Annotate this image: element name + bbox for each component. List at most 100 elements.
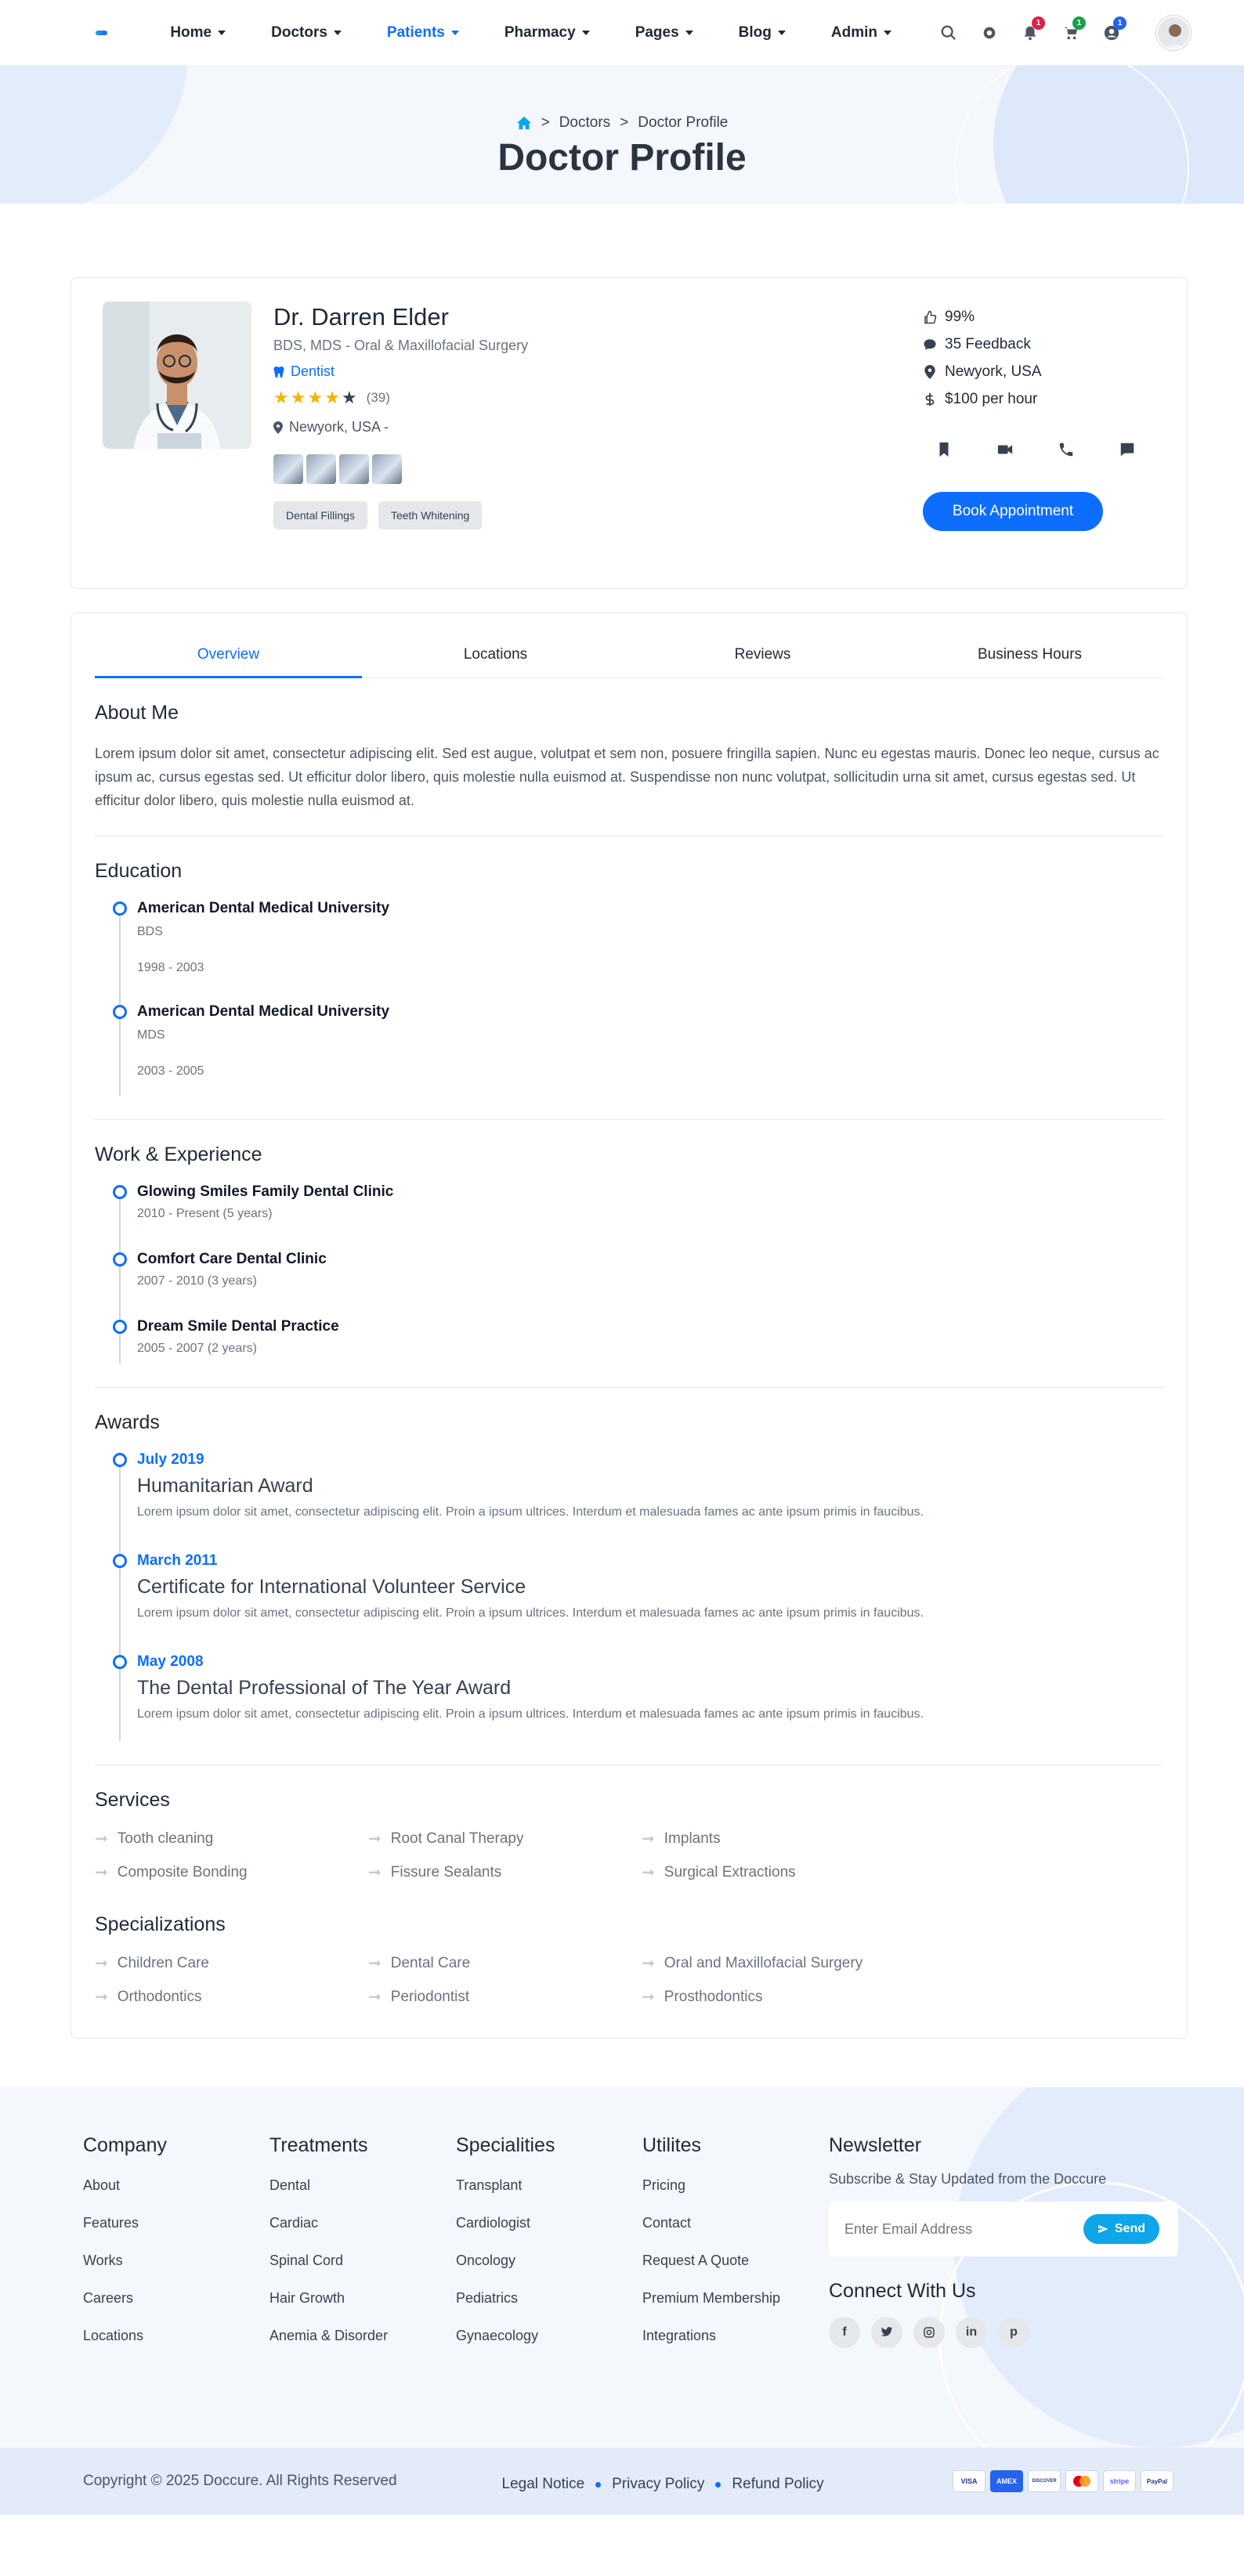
work-period: 2005 - 2007 (2 years) (137, 1342, 257, 1355)
tab-locations[interactable]: Locations (362, 635, 629, 677)
footer-link[interactable]: Works (83, 2253, 269, 2269)
list-item: ➞ Prosthodontics (642, 1987, 915, 2007)
list-item: ➞ Oral and Maxillofacial Surgery (642, 1953, 915, 1973)
footer-link[interactable]: Features (83, 2215, 269, 2231)
instagram-icon[interactable] (913, 2317, 945, 2348)
paypal-icon: PayPal (1141, 2470, 1173, 2492)
timeline-dot (113, 1655, 127, 1669)
nav-pharmacy[interactable]: Pharmacy (504, 24, 590, 42)
list-item: ➞ Composite Bonding (95, 1862, 368, 1882)
nav-label: Doctors (271, 23, 327, 41)
timeline-item: March 2011 Certificate for International… (113, 1552, 1163, 1653)
chat-icon[interactable] (1119, 441, 1136, 462)
nav-home[interactable]: Home (170, 24, 226, 42)
footer-link[interactable]: Locations (83, 2328, 269, 2344)
footer-link[interactable]: Cardiologist (456, 2215, 642, 2231)
search-icon[interactable] (937, 21, 960, 45)
send-button[interactable]: Send (1083, 2214, 1159, 2244)
legal-notice-link[interactable]: Legal Notice (502, 2476, 585, 2493)
send-label: Send (1114, 2222, 1145, 2235)
list-item: ➞ Root Canal Therapy (368, 1829, 642, 1848)
gallery-thumbnail[interactable] (273, 454, 303, 484)
refund-policy-link[interactable]: Refund Policy (732, 2476, 823, 2493)
footer-link[interactable]: Careers (83, 2290, 269, 2307)
specialization-label: Oral and Maxillofacial Surgery (664, 1954, 863, 1971)
chevron-down-icon (777, 30, 786, 35)
stat-location: Newyork, USA (923, 358, 1136, 385)
footer-link[interactable]: Cardiac (269, 2215, 456, 2231)
footer-link[interactable]: Hair Growth (269, 2290, 456, 2307)
footer-link[interactable]: Transplant (456, 2177, 642, 2194)
gallery-thumbnail[interactable] (339, 454, 369, 484)
nav-pages[interactable]: Pages (635, 24, 693, 42)
footer-link[interactable]: Pricing (642, 2177, 829, 2194)
avatar[interactable] (1156, 15, 1191, 50)
breadcrumb-doctors[interactable]: Doctors (559, 114, 610, 132)
book-appointment-button[interactable]: Book Appointment (923, 492, 1103, 531)
footer-link[interactable]: Contact (642, 2215, 829, 2231)
awards-section: Awards July 2019 Humanitarian Award Lore… (95, 1388, 1163, 1765)
footer-link[interactable]: Oncology (456, 2253, 642, 2269)
nav-admin[interactable]: Admin (831, 24, 891, 42)
tab-reviews[interactable]: Reviews (629, 635, 896, 677)
footer-bottom: Copyright © 2025 Doccure. All Rights Res… (0, 2448, 1244, 2515)
footer-link[interactable]: Spinal Cord (269, 2253, 456, 2269)
footer-link[interactable]: Dental (269, 2177, 456, 2194)
list-item: ➞ Dental Care (368, 1953, 642, 1973)
arrow-right-icon: ➞ (368, 1989, 382, 2006)
footer-column-utilities: Utilites Pricing Contact Request A Quote… (642, 2134, 829, 2365)
doctor-speciality[interactable]: Dentist (273, 363, 528, 380)
separator-dot (595, 2481, 602, 2487)
user-circle-icon[interactable]: 1 (1100, 16, 1126, 45)
facebook-icon[interactable]: f (829, 2317, 860, 2348)
degree: BDS (137, 925, 163, 938)
nav-label: Pharmacy (504, 23, 576, 41)
settings-icon[interactable] (978, 21, 1001, 45)
linkedin-icon[interactable]: in (956, 2317, 987, 2348)
location-value: Newyork, USA (945, 363, 1042, 380)
home-icon[interactable] (516, 116, 532, 130)
work-period: 2007 - 2010 (3 years) (137, 1274, 257, 1288)
footer-link[interactable]: Gynaecology (456, 2328, 642, 2344)
footer-link[interactable]: Anemia & Disorder (269, 2328, 456, 2344)
awards-timeline: July 2019 Humanitarian Award Lorem ipsum… (95, 1451, 1163, 1741)
email-field[interactable] (844, 2220, 1083, 2238)
section-title: Specializations (95, 1913, 226, 1935)
rating: ★ ★ ★ ★ ★ (39) (273, 389, 528, 406)
nav-blog[interactable]: Blog (739, 24, 786, 42)
privacy-policy-link[interactable]: Privacy Policy (612, 2476, 704, 2493)
gallery-thumbnail[interactable] (306, 454, 336, 484)
chevron-down-icon (450, 30, 459, 35)
workplace-name: Glowing Smiles Family Dental Clinic (137, 1183, 394, 1200)
footer-link[interactable]: Pediatrics (456, 2290, 642, 2307)
gallery-thumbnail[interactable] (372, 454, 402, 484)
award-title: The Dental Professional of The Year Awar… (137, 1677, 512, 1699)
doctor-stats: 99% 35 Feedback Newyork, USA $100 per ho… (923, 303, 1136, 531)
arrow-right-icon: ➞ (368, 1955, 382, 1972)
pinterest-icon[interactable]: p (998, 2317, 1029, 2348)
tab-overview[interactable]: Overview (95, 635, 362, 678)
logo[interactable] (96, 30, 108, 35)
newsletter: Newsletter Subscribe & Stay Updated from… (829, 2134, 1181, 2365)
footer-link[interactable]: Request A Quote (642, 2253, 829, 2269)
tab-business-hours[interactable]: Business Hours (896, 635, 1163, 677)
newsletter-text: Subscribe & Stay Updated from the Doccur… (829, 2171, 1107, 2187)
arrow-right-icon: ➞ (95, 1830, 108, 1848)
footer-link[interactable]: Integrations (642, 2328, 829, 2344)
footer-link[interactable]: Premium Membership (642, 2290, 829, 2307)
cart-icon[interactable]: 1 (1059, 16, 1086, 45)
bell-icon[interactable]: 1 (1018, 16, 1045, 45)
arrow-right-icon: ➞ (642, 1989, 655, 2006)
bookmark-icon[interactable] (935, 441, 953, 462)
footer-link[interactable]: About (83, 2177, 269, 2194)
phone-icon[interactable] (1058, 441, 1075, 462)
main-nav: Home Doctors Patients Pharmacy Pages Blo… (170, 24, 937, 42)
newsletter-form: Send (829, 2202, 1178, 2256)
nav-doctors[interactable]: Doctors (271, 24, 342, 42)
map-pin-icon (273, 421, 283, 434)
video-call-icon[interactable] (996, 441, 1014, 462)
twitter-icon[interactable] (871, 2317, 902, 2348)
profile-tabs: Overview Locations Reviews Business Hour… (95, 635, 1163, 678)
nav-patients[interactable]: Patients (387, 24, 459, 42)
chevron-down-icon (581, 30, 590, 35)
